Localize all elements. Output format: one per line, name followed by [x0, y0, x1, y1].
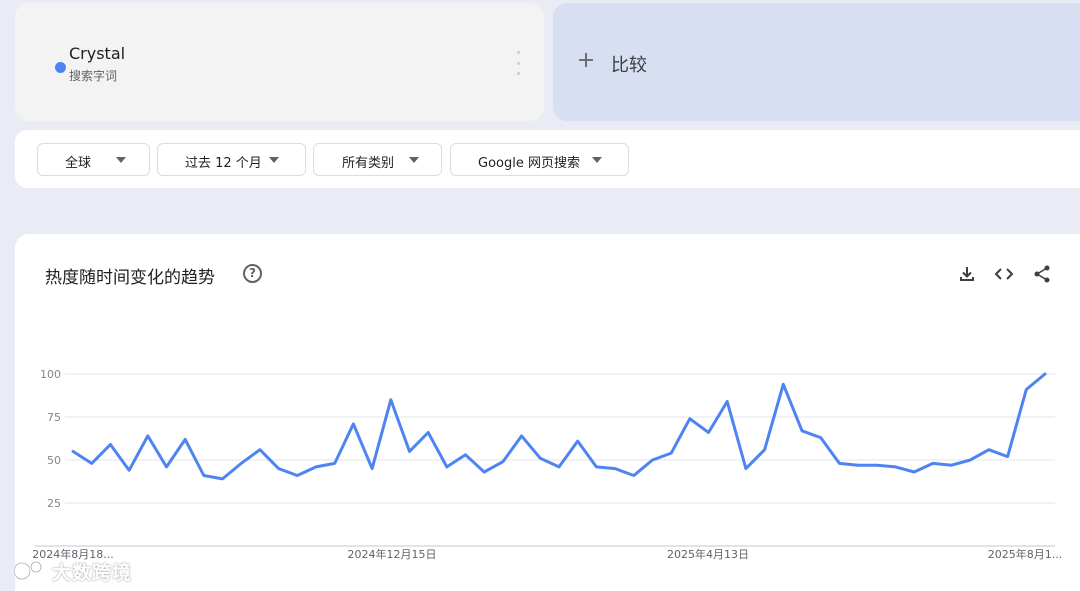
series-line-crystal[interactable]: [71, 372, 1047, 481]
data-point[interactable]: [652, 459, 653, 461]
data-point[interactable]: [222, 478, 223, 480]
time-range-dropdown-label: 过去 12 个月: [185, 156, 262, 171]
y-tick-label: 25: [47, 497, 61, 510]
data-point[interactable]: [203, 475, 205, 476]
data-point[interactable]: [315, 466, 317, 468]
data-point[interactable]: [259, 449, 261, 451]
data-point[interactable]: [240, 462, 242, 464]
chevron-down-icon: [269, 157, 279, 163]
x-tick-label: 2025年4月13日: [667, 547, 749, 561]
chevron-down-icon: [409, 157, 419, 163]
plus-icon: [579, 53, 593, 67]
y-tick-label: 100: [40, 368, 61, 381]
data-point[interactable]: [689, 418, 691, 420]
data-point[interactable]: [409, 450, 410, 452]
data-point[interactable]: [614, 468, 616, 470]
time-range-dropdown[interactable]: 过去 12 个月: [157, 143, 306, 176]
series-color-dot: [55, 62, 66, 73]
data-point[interactable]: [427, 432, 429, 433]
chevron-down-icon: [592, 157, 602, 163]
data-point[interactable]: [1025, 389, 1027, 390]
data-point[interactable]: [278, 468, 280, 470]
filter-bar: 全球 过去 12 个月 所有类别 Google 网页搜索: [15, 130, 1080, 188]
chevron-down-icon: [116, 157, 126, 163]
data-point[interactable]: [539, 457, 541, 459]
data-point[interactable]: [577, 440, 579, 442]
data-point[interactable]: [147, 435, 149, 437]
region-dropdown-label: 全球: [65, 156, 92, 171]
data-point[interactable]: [801, 430, 803, 432]
watermark: 大数跨境: [12, 556, 132, 586]
y-tick-label: 50: [47, 454, 61, 467]
search-term-card[interactable]: Crystal 搜索字词: [15, 3, 544, 121]
data-point[interactable]: [128, 469, 130, 471]
data-point[interactable]: [166, 466, 167, 468]
data-point[interactable]: [633, 475, 635, 476]
data-point[interactable]: [1007, 456, 1009, 458]
more-vert-icon[interactable]: [513, 51, 523, 75]
data-point[interactable]: [951, 464, 952, 466]
data-point[interactable]: [465, 454, 466, 456]
x-tick-label: 2024年12月15日: [348, 547, 437, 561]
data-point[interactable]: [876, 464, 878, 466]
compare-button[interactable]: 比较: [553, 3, 1080, 121]
region-dropdown[interactable]: 全球: [37, 143, 150, 176]
data-point[interactable]: [446, 466, 448, 468]
data-point[interactable]: [91, 462, 93, 464]
data-point[interactable]: [745, 468, 747, 470]
x-axis-ticks: 2024年8月18... 2024年12月15日 2025年4月13日 2025年8月…: [32, 547, 1062, 561]
compare-label: 比较: [611, 55, 647, 76]
data-point[interactable]: [895, 466, 896, 468]
data-point[interactable]: [913, 471, 915, 473]
interest-over-time-card: 热度随时间变化的趋势 ? 25 50 75 100 2024年8月18... 2024年…: [15, 234, 1080, 591]
category-dropdown[interactable]: 所有类别: [313, 143, 442, 176]
data-point[interactable]: [72, 450, 74, 452]
search-term-name: Crystal: [69, 44, 126, 63]
data-point[interactable]: [595, 466, 597, 468]
data-point[interactable]: [670, 452, 672, 454]
data-point[interactable]: [838, 462, 840, 464]
data-point[interactable]: [708, 432, 709, 433]
y-axis-ticks: 25 50 75 100: [40, 368, 61, 510]
data-point[interactable]: [184, 438, 186, 440]
data-point[interactable]: [109, 444, 111, 445]
data-point[interactable]: [988, 449, 990, 451]
data-point[interactable]: [782, 383, 784, 385]
watermark-logo-icon: [12, 560, 43, 581]
data-point[interactable]: [558, 466, 560, 468]
watermark-text: 大数跨境: [52, 561, 133, 584]
data-point[interactable]: [820, 437, 822, 439]
search-type-dropdown[interactable]: Google 网页搜索: [450, 143, 629, 176]
data-point[interactable]: [371, 468, 373, 470]
data-point[interactable]: [764, 449, 766, 451]
data-point[interactable]: [502, 461, 504, 463]
data-point[interactable]: [726, 401, 728, 402]
data-point[interactable]: [932, 462, 934, 464]
data-point[interactable]: [334, 462, 336, 464]
y-tick-label: 75: [47, 411, 61, 424]
data-point[interactable]: [390, 399, 392, 401]
data-point[interactable]: [483, 471, 485, 473]
data-point[interactable]: [857, 464, 859, 466]
search-term-type: 搜索字词: [69, 69, 118, 83]
data-point[interactable]: [969, 459, 971, 461]
search-type-dropdown-label: Google 网页搜索: [478, 156, 580, 171]
data-point[interactable]: [1044, 373, 1046, 375]
category-dropdown-label: 所有类别: [342, 156, 395, 171]
data-point[interactable]: [296, 475, 298, 476]
data-point[interactable]: [521, 435, 523, 437]
data-point[interactable]: [352, 423, 354, 425]
chart-series: [71, 372, 1047, 481]
trend-chart: 255075100 2024年8月18... 2024年12月15日 2025年4月…: [32, 368, 1062, 561]
x-tick-label: 2025年8月1...: [988, 547, 1062, 561]
